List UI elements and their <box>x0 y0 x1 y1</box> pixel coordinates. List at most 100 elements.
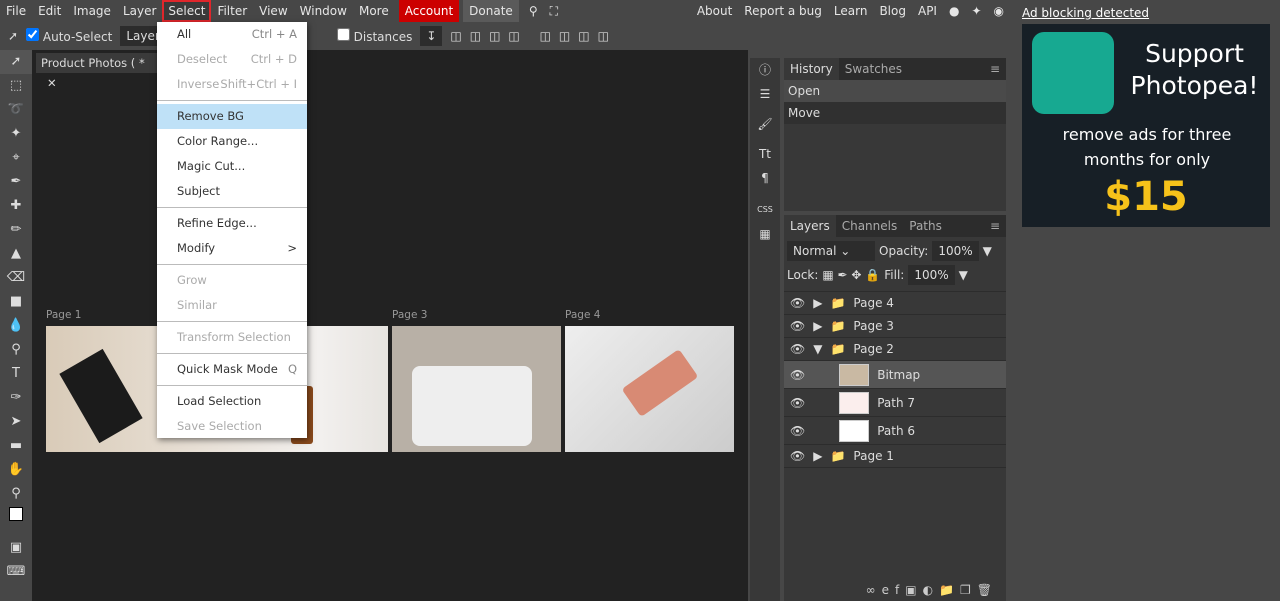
document-tab[interactable]: Product Photos ( * ✕ <box>36 53 158 73</box>
dodge-icon[interactable]: ⚲ <box>0 338 32 362</box>
brush-icon[interactable]: ✏ <box>0 218 32 242</box>
tab-channels[interactable]: Channels <box>836 215 904 237</box>
menu-item-grow[interactable]: Grow <box>157 268 307 293</box>
eye-icon[interactable]: 👁 <box>790 449 805 463</box>
menu-select[interactable]: Select <box>162 0 211 22</box>
menu-item-save-selection[interactable]: Save Selection <box>157 414 307 439</box>
facebook-icon[interactable]: ◉ <box>988 0 1010 22</box>
lasso-tool-icon[interactable]: ➰ <box>0 98 32 122</box>
opacity-input[interactable]: 100% <box>932 241 978 261</box>
link-report-bug[interactable]: Report a bug <box>738 0 828 22</box>
eye-icon[interactable]: 👁 <box>790 319 805 333</box>
menu-item-modify[interactable]: Modify> <box>157 236 307 261</box>
link-blog[interactable]: Blog <box>873 0 912 22</box>
auto-select-checkbox[interactable]: Auto-Select <box>26 28 112 44</box>
layer-path-7[interactable]: 👁Path 7 <box>784 389 1006 417</box>
align-icons[interactable]: ◫◫◫◫ ◫◫◫◫ <box>450 29 617 43</box>
layer-page-2[interactable]: 👁▼📁Page 2 <box>784 338 1006 361</box>
eye-icon[interactable]: 👁 <box>790 342 805 356</box>
history-item-move[interactable]: Move <box>784 102 1006 124</box>
close-icon[interactable]: ✕ <box>47 76 57 90</box>
color-swatches[interactable] <box>0 506 32 536</box>
fill-dropdown-icon[interactable]: ▼ <box>959 268 968 282</box>
eye-icon[interactable]: 👁 <box>790 396 805 410</box>
page-4-image[interactable] <box>565 326 734 452</box>
menu-item-all[interactable]: AllCtrl + A <box>157 22 307 47</box>
menu-image[interactable]: Image <box>67 0 117 22</box>
move-tool-icon[interactable]: ➚ <box>0 50 32 74</box>
menu-item-inverse[interactable]: InverseShift+Ctrl + I <box>157 72 307 97</box>
history-item-open[interactable]: Open <box>784 80 1006 102</box>
gradient-icon[interactable]: ■ <box>0 290 32 314</box>
panel-menu-icon[interactable]: ≡ <box>984 58 1006 80</box>
menu-item-deselect[interactable]: DeselectCtrl + D <box>157 47 307 72</box>
marquee-tool-icon[interactable]: ⬚ <box>0 74 32 98</box>
shape-tool-icon[interactable]: ▬ <box>0 434 32 458</box>
blur-icon[interactable]: 💧 <box>0 314 32 338</box>
lock-icons[interactable]: ▦ ✒ ✥ 🔒 <box>822 268 880 282</box>
opacity-dropdown-icon[interactable]: ▼ <box>983 244 992 258</box>
twitter-icon[interactable]: ✦ <box>965 0 987 22</box>
distances-checkbox[interactable]: Distances <box>337 28 413 44</box>
menu-item-refine-edge[interactable]: Refine Edge... <box>157 211 307 236</box>
menu-window[interactable]: Window <box>294 0 353 22</box>
layer-actions-bar[interactable]: ∞ef▣◐📁❐🗑 <box>866 583 998 597</box>
layer-page-4[interactable]: 👁▶📁Page 4 <box>784 292 1006 315</box>
layer-bitmap[interactable]: 👁Bitmap <box>784 361 1006 389</box>
image-icon[interactable]: ▦ <box>750 222 780 246</box>
menu-edit[interactable]: Edit <box>32 0 67 22</box>
healing-icon[interactable]: ✚ <box>0 194 32 218</box>
stamp-icon[interactable]: ▲ <box>0 242 32 266</box>
search-icon[interactable]: ⚲ <box>523 0 544 22</box>
brush-panel-icon[interactable]: 🖌 <box>750 112 780 136</box>
screen-mode-icon[interactable]: ⌨ <box>0 560 32 584</box>
menu-item-load-selection[interactable]: Load Selection <box>157 389 307 414</box>
menu-layer[interactable]: Layer <box>117 0 162 22</box>
tab-paths[interactable]: Paths <box>903 215 948 237</box>
menu-item-magic-cut[interactable]: Magic Cut... <box>157 154 307 179</box>
layer-page-3[interactable]: 👁▶📁Page 3 <box>784 315 1006 338</box>
link-learn[interactable]: Learn <box>828 0 874 22</box>
zoom-tool-icon[interactable]: ⚲ <box>0 482 32 506</box>
blend-mode-select[interactable]: Normal ⌄ <box>787 241 875 261</box>
magic-wand-icon[interactable]: ✦ <box>0 122 32 146</box>
pen-tool-icon[interactable]: ✑ <box>0 386 32 410</box>
adjustments-icon[interactable]: ☰ <box>750 82 780 106</box>
path-select-icon[interactable]: ➤ <box>0 410 32 434</box>
crop-tool-icon[interactable]: ⌖ <box>0 146 32 170</box>
ad-banner[interactable]: Support Photopea! remove ads for three m… <box>1022 24 1270 227</box>
fill-input[interactable]: 100% <box>908 265 954 285</box>
layer-page-1[interactable]: 👁▶📁Page 1 <box>784 445 1006 468</box>
tab-history[interactable]: History <box>784 58 839 80</box>
eye-icon[interactable]: 👁 <box>790 424 805 438</box>
menu-item-similar[interactable]: Similar <box>157 293 307 318</box>
menu-item-subject[interactable]: Subject <box>157 179 307 204</box>
menu-item-color-range[interactable]: Color Range... <box>157 129 307 154</box>
paragraph-icon[interactable]: ¶ <box>750 166 780 190</box>
donate-button[interactable]: Donate <box>463 0 519 22</box>
account-button[interactable]: Account <box>399 0 459 22</box>
menu-item-transform-selection[interactable]: Transform Selection <box>157 325 307 350</box>
menu-filter[interactable]: Filter <box>211 0 253 22</box>
download-icon[interactable]: ↧ <box>420 26 442 46</box>
quick-mask-icon[interactable]: ▣ <box>0 536 32 560</box>
menu-item-remove-bg[interactable]: Remove BG <box>157 104 307 129</box>
panel-menu-icon[interactable]: ≡ <box>984 215 1006 237</box>
css-icon[interactable]: CSS <box>750 198 780 222</box>
menu-item-quick-mask[interactable]: Quick Mask ModeQ <box>157 357 307 382</box>
link-api[interactable]: API <box>912 0 943 22</box>
eye-icon[interactable]: 👁 <box>790 296 805 310</box>
info-icon[interactable]: ⓘ <box>750 58 780 82</box>
eye-icon[interactable]: 👁 <box>790 368 805 382</box>
layer-path-6[interactable]: 👁Path 6 <box>784 417 1006 445</box>
eyedropper-icon[interactable]: ✒ <box>0 170 32 194</box>
page-3-image[interactable] <box>392 326 561 452</box>
tab-layers[interactable]: Layers <box>784 215 836 237</box>
link-about[interactable]: About <box>691 0 738 22</box>
eraser-icon[interactable]: ⌫ <box>0 266 32 290</box>
document-canvas[interactable]: Page 1 Page 3 Page 4 <box>32 50 748 601</box>
menu-file[interactable]: File <box>0 0 32 22</box>
menu-more[interactable]: More <box>353 0 395 22</box>
type-tool-icon[interactable]: T <box>0 362 32 386</box>
character-icon[interactable]: Tt <box>750 142 780 166</box>
